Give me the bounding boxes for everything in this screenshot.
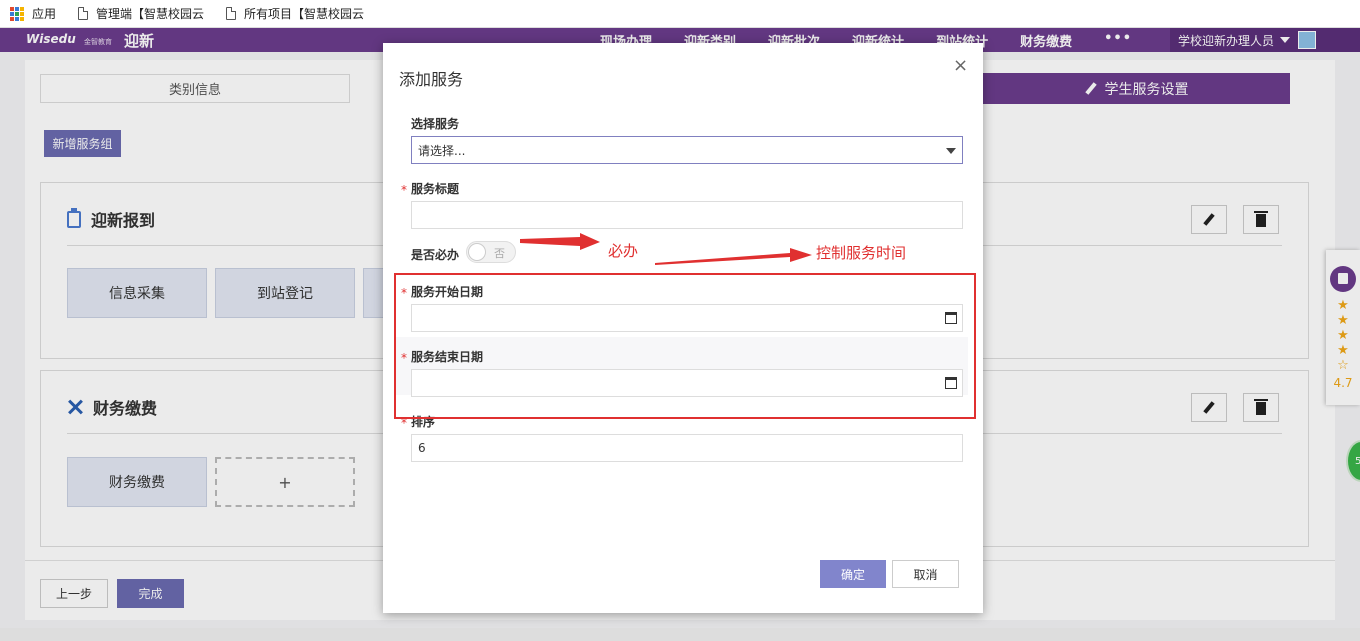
annotation-mandatory: 必办 — [608, 242, 639, 260]
annotation-time-control: 控制服务时间 — [816, 244, 907, 262]
annotation-arrows — [520, 233, 812, 265]
annotation-arrow — [520, 233, 600, 250]
annotation-arrow — [655, 248, 812, 265]
